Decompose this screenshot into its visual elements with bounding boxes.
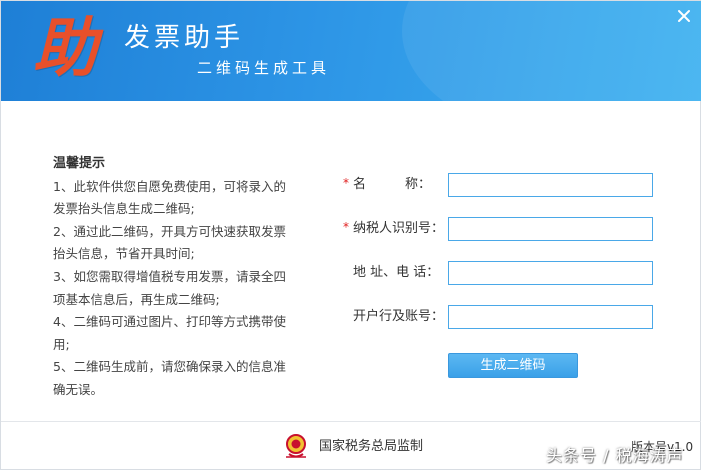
bank-account-input[interactable] [448, 305, 653, 329]
close-icon[interactable] [676, 8, 692, 24]
footer-divider [1, 421, 701, 422]
supervision-text: 国家税务总局监制 [319, 439, 424, 454]
tips-title: 温馨提示 [53, 156, 106, 171]
tips-panel: 温馨提示 1、此软件供您自愿免费使用，可将录入的发票抬头信息生成二维码; 2、通… [53, 153, 293, 402]
generate-qr-button[interactable]: 生成二维码 [448, 353, 578, 378]
tip-item: 1、此软件供您自愿免费使用，可将录入的发票抬头信息生成二维码; [53, 178, 286, 217]
tax-emblem-icon [282, 432, 310, 460]
title-bar: 助 发票助手 二维码生成工具 [1, 1, 701, 101]
app-logo: 助 [33, 11, 97, 86]
tip-item: 5、二维码生成前，请您确保录入的信息准确无误。 [53, 359, 286, 397]
tip-item: 4、二维码可通过图片、打印等方式携带使用; [53, 314, 286, 352]
name-input[interactable] [448, 173, 653, 197]
app-window: 助 发票助手 二维码生成工具 温馨提示 1、此软件供您自愿免费使用，可将录入的发… [0, 0, 701, 470]
tip-item: 3、如您需取得增值税专用发票，请录全四项基本信息后，再生成二维码; [53, 268, 286, 307]
required-mark: * [343, 220, 349, 234]
app-title: 发票助手 [124, 23, 245, 53]
tip-item: 2、通过此二维码，开具方可快速获取发票抬头信息，节省开具时间; [53, 223, 286, 262]
address-phone-input[interactable] [448, 261, 653, 285]
watermark-text: 头条号 / 税海涛声 [546, 446, 684, 465]
app-subtitle: 二维码生成工具 [197, 59, 331, 77]
required-mark: * [343, 176, 349, 190]
taxpayer-id-input[interactable] [448, 217, 653, 241]
